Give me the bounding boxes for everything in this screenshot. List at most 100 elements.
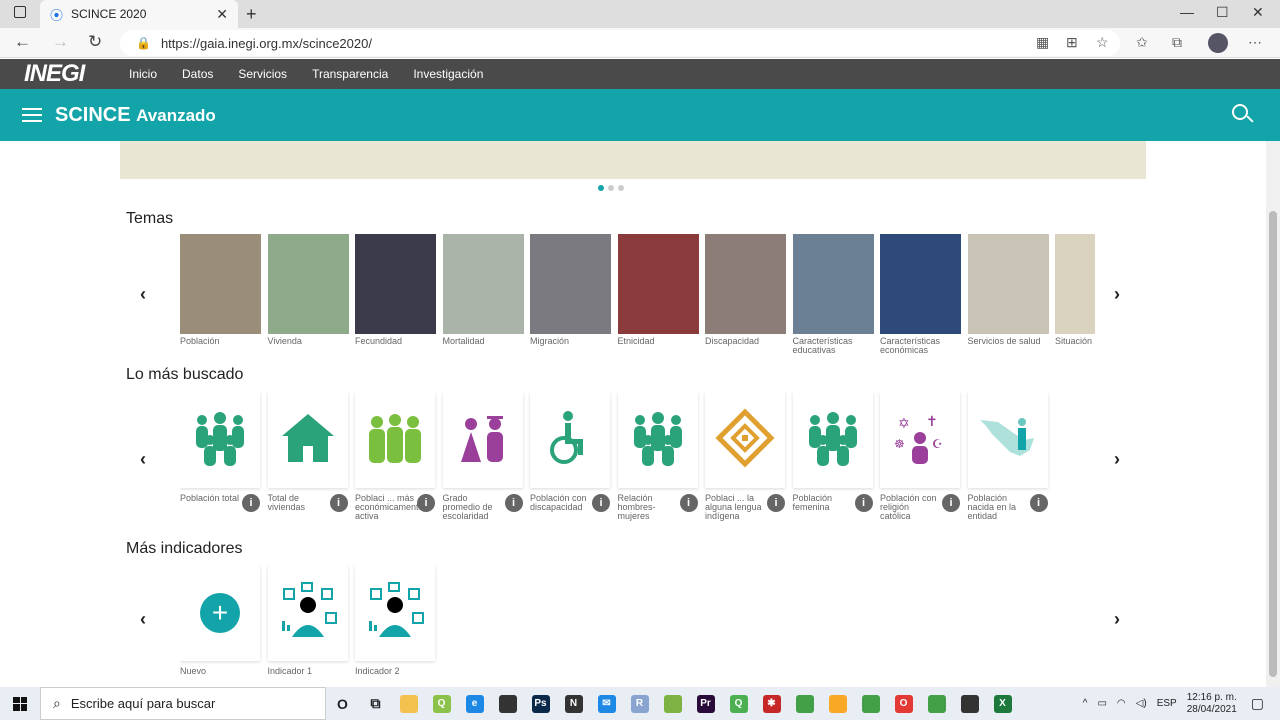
buscado-card[interactable]: Población femenina i (792, 392, 873, 512)
buscado-card[interactable]: Población con discapacidad i (530, 392, 610, 512)
reload-icon[interactable]: ↻ (88, 32, 102, 52)
task-view-app[interactable]: ⧉ (359, 687, 392, 720)
menu-datos[interactable]: Datos (182, 67, 213, 81)
search-icon[interactable] (1232, 104, 1248, 120)
tema-card[interactable]: Etnicidad (617, 234, 699, 346)
qgis2-app[interactable]: Q (722, 687, 755, 720)
temas-next-arrow-icon[interactable]: › (1114, 284, 1120, 305)
back-icon[interactable]: ← (14, 32, 31, 52)
apps-icon[interactable]: ▦ (1036, 34, 1049, 51)
edge-app[interactable]: e (458, 687, 491, 720)
info-icon[interactable]: i (329, 494, 348, 512)
buscado-prev-arrow-icon[interactable]: ‹ (140, 449, 146, 470)
norton-app[interactable] (821, 687, 854, 720)
info-icon[interactable]: i (942, 494, 960, 512)
buscado-icon-card[interactable] (355, 392, 435, 488)
notion-app[interactable]: N (557, 687, 590, 720)
favorites-icon[interactable]: ✩ (1136, 34, 1148, 51)
chrome2-app[interactable] (920, 687, 953, 720)
buscado-card[interactable]: Relación hombres-mujeres i (617, 392, 698, 521)
tema-photo[interactable] (355, 234, 436, 334)
buscado-card[interactable]: ✡ ✝ ☸ ☪ Población con religión católica i (880, 392, 960, 521)
buscado-card[interactable]: Población nacida en la entidad i (967, 392, 1048, 521)
shield-app[interactable] (788, 687, 821, 720)
info-icon[interactable]: i (504, 494, 523, 512)
info-icon[interactable]: i (1029, 494, 1048, 512)
tema-photo[interactable] (1055, 234, 1095, 334)
buscado-icon-card[interactable] (180, 392, 260, 488)
info-icon[interactable]: i (854, 494, 873, 512)
opera-app[interactable]: O (887, 687, 920, 720)
carousel-dot[interactable] (608, 185, 614, 191)
tema-photo[interactable] (617, 234, 699, 334)
tema-photo[interactable] (792, 234, 874, 334)
maps-app[interactable] (656, 687, 689, 720)
buscado-icon-card[interactable] (617, 392, 698, 488)
tema-card[interactable]: Migración (530, 234, 611, 346)
collections2-icon[interactable]: ⧉ (1172, 34, 1182, 51)
close-window-icon[interactable]: ✕ (1252, 4, 1264, 21)
r-app[interactable]: R (623, 687, 656, 720)
favorite-add-icon[interactable]: ☆ (1096, 34, 1109, 51)
volume-icon[interactable]: ◁) (1136, 698, 1147, 709)
tema-card[interactable]: Características educativas (792, 234, 874, 355)
tema-photo[interactable] (267, 234, 349, 334)
window-menu-icon[interactable] (14, 6, 26, 18)
clock[interactable]: 12:16 p. m. 28/04/2021 (1187, 692, 1237, 716)
buscado-icon-card[interactable] (967, 392, 1048, 488)
language-indicator[interactable]: ESP (1157, 698, 1177, 709)
excel-app[interactable]: X (986, 687, 1019, 720)
close-tab-icon[interactable]: ✕ (216, 6, 228, 23)
inegi-logo[interactable]: INEGI (24, 60, 104, 88)
tema-card[interactable]: Servicios de salud (967, 234, 1049, 346)
carousel-banner[interactable] (120, 141, 1146, 179)
tema-card[interactable]: Vivienda (267, 234, 349, 346)
plus-icon[interactable]: + (200, 593, 240, 633)
indicador-card[interactable]: + Nuevo (180, 565, 260, 676)
scrollbar-thumb[interactable] (1269, 211, 1277, 677)
browser-tab[interactable]: ⦿ SCINCE 2020 ✕ (40, 0, 238, 28)
indicadores-prev-arrow-icon[interactable]: ‹ (140, 609, 146, 630)
tema-card[interactable]: Población (180, 234, 261, 346)
avatar[interactable] (1208, 33, 1228, 53)
indicador-card[interactable]: Indicador 1 (267, 565, 348, 676)
notifications-icon[interactable]: ▢ (1251, 695, 1264, 712)
info-icon[interactable]: i (417, 494, 435, 512)
buscado-card[interactable]: Poblaci ... más económicamente activa i (355, 392, 435, 521)
info-icon[interactable]: i (679, 494, 698, 512)
qgis-app[interactable]: Q (425, 687, 458, 720)
menu-transparencia[interactable]: Transparencia (312, 67, 388, 81)
indicadores-next-arrow-icon[interactable]: › (1114, 609, 1120, 630)
tema-card[interactable]: Situación (1055, 234, 1095, 346)
buscado-icon-card[interactable] (530, 392, 610, 488)
file-explorer-app[interactable] (392, 687, 425, 720)
buscado-icon-card[interactable] (792, 392, 873, 488)
buscado-card[interactable]: Poblaci ... la alguna lengua indígena i (705, 392, 785, 521)
more-icon[interactable]: ⋯ (1248, 34, 1262, 51)
indicador-icon-card[interactable] (355, 565, 435, 661)
buscado-icon-card[interactable]: ✡ ✝ ☸ ☪ (880, 392, 960, 488)
buscado-icon-card[interactable] (705, 392, 785, 488)
chevron-up-icon[interactable]: ^ (1083, 698, 1088, 709)
carousel-dot[interactable] (618, 185, 624, 191)
tema-photo[interactable] (442, 234, 524, 334)
premiere-app[interactable]: Pr (689, 687, 722, 720)
menu-servicios[interactable]: Servicios (238, 67, 287, 81)
temas-prev-arrow-icon[interactable]: ‹ (140, 284, 146, 305)
start-button[interactable] (0, 696, 40, 711)
buscado-card[interactable]: Grado promedio de escolaridad i (442, 392, 523, 521)
photoshop-app[interactable]: Ps (524, 687, 557, 720)
tema-photo[interactable] (530, 234, 611, 334)
taskbar-search[interactable]: ⌕ Escribe aquí para buscar (40, 687, 326, 720)
indicador-icon-card[interactable]: + (180, 565, 260, 661)
carousel-dot[interactable] (598, 185, 604, 191)
info-icon[interactable]: i (592, 494, 610, 512)
tema-photo[interactable] (880, 234, 961, 334)
indicador-icon-card[interactable] (267, 565, 348, 661)
store-app[interactable] (491, 687, 524, 720)
tema-card[interactable]: Mortalidad (442, 234, 524, 346)
chrome-app[interactable] (854, 687, 887, 720)
hamburger-menu-icon[interactable] (22, 108, 42, 122)
info-icon[interactable]: i (242, 494, 260, 512)
info-icon[interactable]: i (767, 494, 785, 512)
